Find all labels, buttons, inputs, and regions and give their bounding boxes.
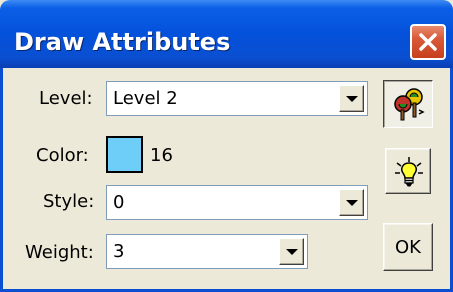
ok-button-label: OK [395, 236, 421, 258]
window-title: Draw Attributes [14, 28, 231, 56]
color-index: 16 [150, 145, 173, 166]
close-icon [419, 33, 437, 51]
color-label: Color: [36, 145, 89, 166]
level-dropdown[interactable]: Level 2 [106, 81, 368, 116]
weight-dropdown-button[interactable] [279, 238, 304, 265]
lightbulb-icon [395, 157, 423, 187]
title-bar[interactable]: Draw Attributes [0, 0, 453, 68]
style-label: Style: [43, 191, 95, 212]
chevron-down-icon [346, 96, 358, 102]
level-dropdown-value: Level 2 [113, 88, 178, 109]
match-attributes-button[interactable] [383, 80, 433, 128]
close-button[interactable] [410, 24, 446, 60]
draw-attributes-dialog: Draw Attributes Level: Level 2 Color: 16… [0, 0, 453, 292]
weight-dropdown-value: 3 [113, 241, 125, 262]
ok-button[interactable]: OK [383, 223, 433, 271]
style-dropdown[interactable]: 0 [106, 185, 368, 220]
level-dropdown-button[interactable] [339, 85, 364, 112]
style-dropdown-value: 0 [113, 192, 125, 213]
weight-dropdown[interactable]: 3 [106, 234, 308, 269]
highlight-button[interactable] [385, 148, 431, 194]
level-label: Level: [39, 88, 93, 109]
weight-label: Weight: [25, 242, 94, 263]
style-dropdown-button[interactable] [339, 189, 364, 216]
dialog-body: Level: Level 2 Color: 16 Style: 0 Weight… [0, 68, 453, 292]
paint-tree-icon [394, 88, 425, 121]
chevron-down-icon [346, 200, 358, 206]
chevron-down-icon [286, 249, 298, 255]
color-swatch-button[interactable] [106, 136, 143, 173]
